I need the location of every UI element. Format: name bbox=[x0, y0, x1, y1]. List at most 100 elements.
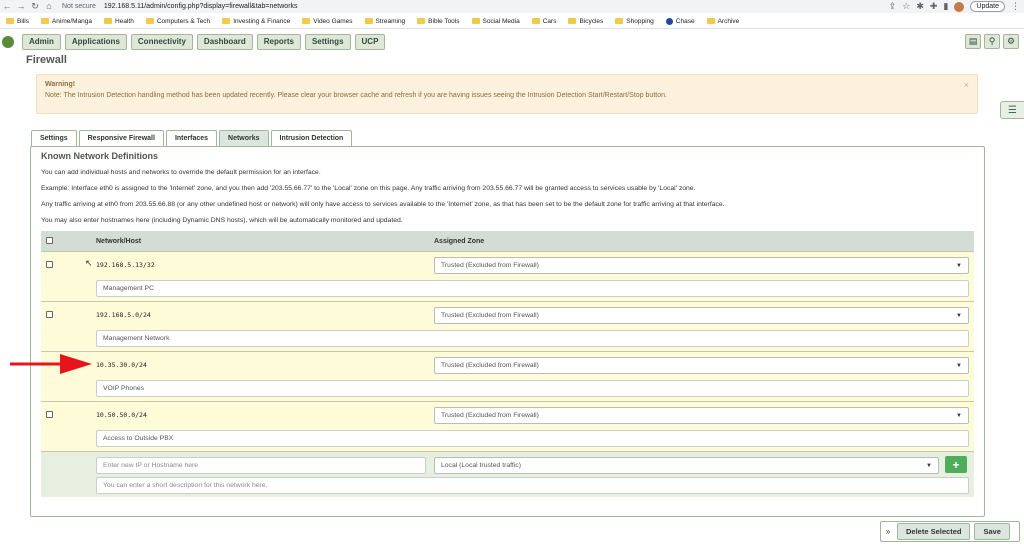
bookmark-shopping[interactable]: Shopping bbox=[615, 18, 654, 25]
zone-select[interactable]: Trusted (Excluded from Firewall) ▼ bbox=[434, 357, 969, 374]
nav-dashboard[interactable]: Dashboard bbox=[196, 34, 253, 50]
bookmark-anime[interactable]: Anime/Manga bbox=[40, 18, 92, 25]
chevron-down-icon: ▼ bbox=[956, 262, 962, 269]
freepbx-logo-icon[interactable] bbox=[2, 36, 14, 48]
description-input[interactable]: Management PC bbox=[96, 280, 969, 297]
select-all-checkbox[interactable] bbox=[46, 236, 53, 244]
description-input[interactable]: Management Network bbox=[96, 330, 969, 347]
warning-text: Note: The Intrusion Detection handling m… bbox=[45, 92, 667, 99]
page-title: Firewall bbox=[26, 54, 67, 66]
save-button[interactable]: Save bbox=[974, 523, 1010, 540]
tab-bar: Settings Responsive Firewall Interfaces … bbox=[31, 130, 353, 146]
bookmark-social-media[interactable]: Social Media bbox=[471, 18, 520, 25]
sidepanel-icon[interactable]: ▮ bbox=[943, 1, 948, 12]
language-icon[interactable]: ▤ bbox=[965, 34, 981, 49]
row-checkbox[interactable] bbox=[46, 311, 53, 318]
table-row: 10.35.30.0/24 Trusted (Excluded from Fir… bbox=[41, 351, 974, 401]
tab-settings[interactable]: Settings bbox=[31, 130, 77, 146]
nav-admin[interactable]: Admin bbox=[22, 34, 61, 50]
description-line: You may also enter hostnames here (inclu… bbox=[41, 217, 403, 224]
tab-interfaces[interactable]: Interfaces bbox=[165, 130, 218, 146]
home-icon[interactable]: ⌂ bbox=[42, 0, 56, 13]
nav-ucp[interactable]: UCP bbox=[354, 34, 386, 50]
bookmark-streaming[interactable]: Streaming bbox=[364, 18, 405, 25]
network-host: 10.50.50.0/24 bbox=[96, 411, 147, 419]
chase-icon bbox=[665, 17, 673, 25]
new-description-input[interactable]: You can enter a short description for th… bbox=[96, 477, 969, 494]
red-arrow-annotation bbox=[10, 354, 92, 374]
puzzle-icon[interactable]: ✚ bbox=[930, 1, 938, 12]
table-row: 192.168.5.0/24 Trusted (Excluded from Fi… bbox=[41, 301, 974, 351]
list-toggle-icon[interactable]: ☰ bbox=[1000, 101, 1024, 119]
folder-icon bbox=[706, 18, 715, 24]
zone-select[interactable]: Trusted (Excluded from Firewall) ▼ bbox=[434, 257, 969, 274]
folder-icon bbox=[568, 18, 577, 24]
bookmark-health[interactable]: Health bbox=[104, 18, 134, 25]
description-line: Example: Interface eth0 is assigned to t… bbox=[41, 185, 696, 192]
url-field[interactable]: 192.168.5.11/admin/config.php?display=fi… bbox=[104, 3, 298, 10]
chevron-down-icon: ▼ bbox=[956, 412, 962, 419]
folder-icon bbox=[6, 18, 14, 24]
bookmark-bills[interactable]: Bills bbox=[6, 18, 29, 25]
folder-icon bbox=[471, 18, 480, 24]
row-checkbox[interactable] bbox=[46, 261, 53, 268]
tab-networks[interactable]: Networks bbox=[219, 130, 269, 146]
bookmark-bible-tools[interactable]: Bible Tools bbox=[417, 18, 460, 25]
chevron-right-icon[interactable]: » bbox=[883, 527, 893, 536]
bookmark-chase[interactable]: Chase bbox=[665, 17, 695, 25]
bookmark-archive[interactable]: Archive bbox=[706, 18, 739, 25]
nav-reports[interactable]: Reports bbox=[256, 34, 301, 50]
new-ip-input[interactable]: Enter new IP or Hostname here bbox=[96, 457, 426, 474]
profile-avatar[interactable] bbox=[954, 1, 965, 12]
extension-icon[interactable]: ✱ bbox=[916, 1, 924, 12]
search-icon[interactable]: ⚲ bbox=[984, 34, 1000, 49]
nav-connectivity[interactable]: Connectivity bbox=[130, 34, 193, 50]
delete-selected-button[interactable]: Delete Selected bbox=[897, 523, 971, 540]
description-line: Any traffic arriving at eth0 from 203.55… bbox=[41, 201, 725, 208]
folder-icon bbox=[302, 18, 311, 24]
add-network-button[interactable]: + bbox=[945, 456, 967, 473]
bookmarks-bar: Bills Anime/Manga Health Computers & Tec… bbox=[0, 14, 1024, 29]
forward-icon[interactable]: → bbox=[14, 0, 28, 13]
bookmark-video-games[interactable]: Video Games bbox=[302, 18, 353, 25]
update-button[interactable]: Update bbox=[970, 1, 1005, 12]
reload-icon[interactable]: ↻ bbox=[28, 0, 42, 13]
network-host: 10.35.30.0/24 bbox=[96, 361, 147, 369]
zone-select[interactable]: Trusted (Excluded from Firewall) ▼ bbox=[434, 407, 969, 424]
row-checkbox[interactable] bbox=[46, 411, 53, 418]
folder-icon bbox=[145, 18, 154, 24]
folder-icon bbox=[104, 18, 113, 24]
mouse-cursor-icon: ↖ bbox=[85, 258, 93, 268]
bookmark-computers[interactable]: Computers & Tech bbox=[145, 18, 210, 25]
table-row: 192.168.5.13/32 Trusted (Excluded from F… bbox=[41, 251, 974, 301]
bookmark-investing[interactable]: Investing & Finance bbox=[222, 18, 290, 25]
networks-table: Network/Host Assigned Zone 192.168.5.13/… bbox=[41, 231, 974, 497]
star-icon[interactable]: ☆ bbox=[902, 1, 910, 12]
nav-applications[interactable]: Applications bbox=[64, 34, 127, 50]
app-nav-bar: Admin Applications Connectivity Dashboar… bbox=[0, 33, 1024, 51]
description-input[interactable]: Access to Outside PBX bbox=[96, 430, 969, 447]
bookmark-bicycles[interactable]: Bicycles bbox=[568, 18, 603, 25]
network-host: 192.168.5.13/32 bbox=[96, 261, 155, 269]
column-header-zone: Assigned Zone bbox=[434, 237, 485, 245]
bookmark-cars[interactable]: Cars bbox=[531, 18, 556, 25]
gear-icon[interactable]: ⚙ bbox=[1003, 34, 1019, 49]
chevron-down-icon: ▼ bbox=[956, 362, 962, 369]
new-zone-select[interactable]: Local (Local trusted traffic) ▼ bbox=[434, 457, 939, 474]
tab-responsive-firewall[interactable]: Responsive Firewall bbox=[78, 130, 164, 146]
security-indicator[interactable]: Not secure bbox=[62, 3, 96, 10]
action-bar: » Delete Selected Save bbox=[880, 521, 1020, 542]
close-icon[interactable]: × bbox=[964, 80, 969, 90]
tab-intrusion-detection[interactable]: Intrusion Detection bbox=[270, 130, 353, 146]
share-icon[interactable]: ⇪ bbox=[889, 1, 897, 12]
folder-icon bbox=[40, 18, 49, 24]
folder-icon bbox=[222, 18, 231, 24]
folder-icon bbox=[364, 18, 373, 24]
description-input[interactable]: VOIP Phones bbox=[96, 380, 969, 397]
zone-select[interactable]: Trusted (Excluded from Firewall) ▼ bbox=[434, 307, 969, 324]
network-host: 192.168.5.0/24 bbox=[96, 311, 151, 319]
back-icon[interactable]: ← bbox=[0, 0, 14, 13]
nav-settings[interactable]: Settings bbox=[304, 34, 351, 50]
menu-dots-icon[interactable]: ⋮ bbox=[1011, 1, 1020, 12]
table-header: Network/Host Assigned Zone bbox=[41, 231, 974, 251]
